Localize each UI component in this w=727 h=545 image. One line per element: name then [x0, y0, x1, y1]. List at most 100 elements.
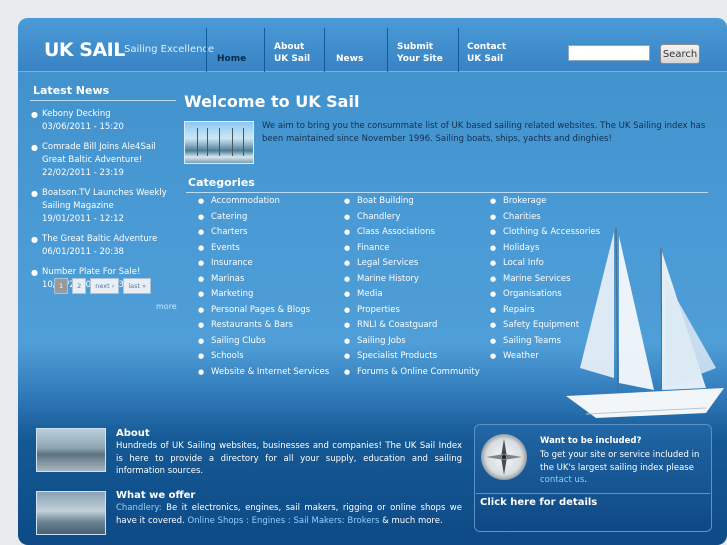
- news-item-link[interactable]: Kebony Decking: [42, 108, 182, 121]
- category-link[interactable]: ● Sailing Clubs: [198, 334, 329, 350]
- news-item-link[interactable]: The Great Baltic Adventure: [42, 233, 182, 246]
- bullet-icon: ●: [344, 259, 351, 267]
- more-news-link[interactable]: more: [156, 302, 177, 311]
- nav-divider: [264, 28, 265, 72]
- nav-about[interactable]: About UK Sail: [274, 41, 310, 65]
- nav-divider: [458, 28, 459, 72]
- included-title: Want to be included?: [540, 436, 642, 446]
- category-link[interactable]: ● Chandlery: [344, 210, 480, 226]
- nav-contact[interactable]: Contact UK Sail: [467, 41, 506, 65]
- category-link[interactable]: ● Schools: [198, 349, 329, 365]
- category-link[interactable]: ● Legal Services: [344, 256, 480, 272]
- category-label: Events: [211, 242, 240, 253]
- nav-home[interactable]: Home: [217, 53, 246, 65]
- category-link[interactable]: ● Events: [198, 241, 329, 257]
- category-link[interactable]: ● Personal Pages & Blogs: [198, 303, 329, 319]
- category-link[interactable]: ● Marketing: [198, 287, 329, 303]
- last-page-link[interactable]: last »: [123, 278, 152, 294]
- news-item-link[interactable]: Comrade Bill Joins Ale4Sail Great Baltic…: [42, 141, 182, 167]
- category-link[interactable]: ● Website & Internet Services: [198, 365, 329, 381]
- category-label: Insurance: [211, 258, 253, 268]
- search-input[interactable]: [568, 45, 650, 61]
- nav-news-label: News: [336, 54, 364, 64]
- news-item: ● Kebony Decking 03/06/2011 - 15:20: [30, 108, 182, 134]
- divider: [30, 100, 176, 101]
- about-text: Hundreds of UK Sailing websites, busines…: [116, 441, 462, 476]
- category-link[interactable]: ● Marine History: [344, 272, 480, 288]
- nav-submit-label-2: Your Site: [397, 54, 443, 64]
- news-item-date: 06/01/2011 - 20:38: [42, 247, 124, 257]
- category-link[interactable]: ● Media: [344, 287, 480, 303]
- category-link[interactable]: ● Accommodation: [198, 194, 329, 210]
- category-link[interactable]: ● Class Associations: [344, 225, 480, 241]
- contact-us-link[interactable]: contact us: [540, 475, 584, 485]
- category-label: RNLI & Coastguard: [357, 320, 438, 330]
- category-label: Organisations: [503, 289, 562, 299]
- divider: [476, 493, 710, 494]
- news-item-link[interactable]: Boatson.TV Launches Weekly Sailing Magaz…: [42, 187, 182, 213]
- logo[interactable]: UK SAIL: [44, 39, 125, 61]
- category-label: Marketing: [211, 289, 254, 299]
- category-label: Sailing Teams: [503, 335, 562, 346]
- category-link[interactable]: ● Specialist Products: [344, 349, 480, 365]
- category-label: Personal Pages & Blogs: [211, 304, 311, 315]
- category-link[interactable]: ● Brokerage: [490, 194, 600, 210]
- bullet-icon: ●: [198, 290, 205, 298]
- bullet-icon: ●: [344, 321, 351, 329]
- nav-divider: [324, 28, 325, 72]
- category-link[interactable]: ● Properties: [344, 303, 480, 319]
- included-text-body: To get your site or service included in …: [540, 450, 700, 473]
- category-link[interactable]: ● Forums & Online Community: [344, 365, 480, 381]
- tagline: Sailing Excellence: [118, 44, 214, 55]
- offer-highlight-link[interactable]: Chandlery:: [116, 503, 162, 513]
- category-link[interactable]: ● Charters: [198, 225, 329, 241]
- bullet-icon: ●: [344, 274, 351, 283]
- bullet-icon: ●: [490, 305, 497, 314]
- offer-text: Chandlery: Be it electronics, engines, s…: [116, 502, 462, 527]
- next-page-link[interactable]: next ›: [90, 278, 120, 294]
- page-2-link[interactable]: 2: [72, 278, 87, 294]
- category-label: Catering: [211, 211, 248, 222]
- category-label: Repairs: [503, 304, 535, 315]
- category-label: Accommodation: [211, 196, 280, 206]
- nav-submit[interactable]: Submit Your Site: [397, 41, 443, 65]
- nav-news[interactable]: News: [336, 53, 363, 65]
- page-1-link[interactable]: 1: [54, 278, 69, 294]
- news-item-date: 22/02/2011 - 23:19: [42, 168, 124, 178]
- nav-divider: [387, 28, 388, 72]
- bullet-icon: ●: [344, 243, 351, 252]
- category-link[interactable]: ● Boat Building: [344, 194, 480, 210]
- category-label: Class Associations: [357, 227, 435, 237]
- category-link[interactable]: ● RNLI & Coastguard: [344, 318, 480, 334]
- category-label: Brokerage: [503, 196, 547, 206]
- category-link[interactable]: ● Restaurants & Bars: [198, 318, 329, 334]
- details-link[interactable]: Click here for details: [480, 497, 597, 508]
- marina-photo: [184, 121, 254, 164]
- bullet-icon: ●: [490, 228, 497, 236]
- category-label: Specialist Products: [357, 351, 438, 361]
- bullet-icon: ●: [490, 352, 497, 360]
- category-label: Boat Building: [357, 196, 414, 206]
- category-label: Sailing Jobs: [357, 335, 406, 346]
- category-link[interactable]: ● Finance: [344, 241, 480, 257]
- compass-icon: [481, 434, 527, 480]
- category-link[interactable]: ● Sailing Jobs: [344, 334, 480, 350]
- category-label: Website & Internet Services: [211, 366, 330, 377]
- bullet-icon: ●: [490, 274, 497, 283]
- bullet-icon: ●: [490, 290, 497, 298]
- category-label: Local Info: [503, 258, 544, 268]
- category-label: Marine Services: [503, 273, 571, 284]
- category-label: Forums & Online Community: [357, 366, 480, 377]
- bullet-icon: ●: [31, 268, 38, 277]
- nav-divider: [206, 28, 207, 72]
- about-title: About: [116, 428, 150, 439]
- offer-categories-links[interactable]: Online Shops : Engines : Sail Makers: Br…: [187, 516, 379, 526]
- category-link[interactable]: ● Insurance: [198, 256, 329, 272]
- category-label: Restaurants & Bars: [211, 320, 293, 330]
- about-photo: [36, 428, 106, 472]
- category-link[interactable]: ● Marinas: [198, 272, 329, 288]
- category-link[interactable]: ● Catering: [198, 210, 329, 226]
- search-button[interactable]: Search: [660, 44, 700, 64]
- category-label: Charters: [211, 227, 248, 237]
- category-label: Chandlery: [357, 211, 401, 222]
